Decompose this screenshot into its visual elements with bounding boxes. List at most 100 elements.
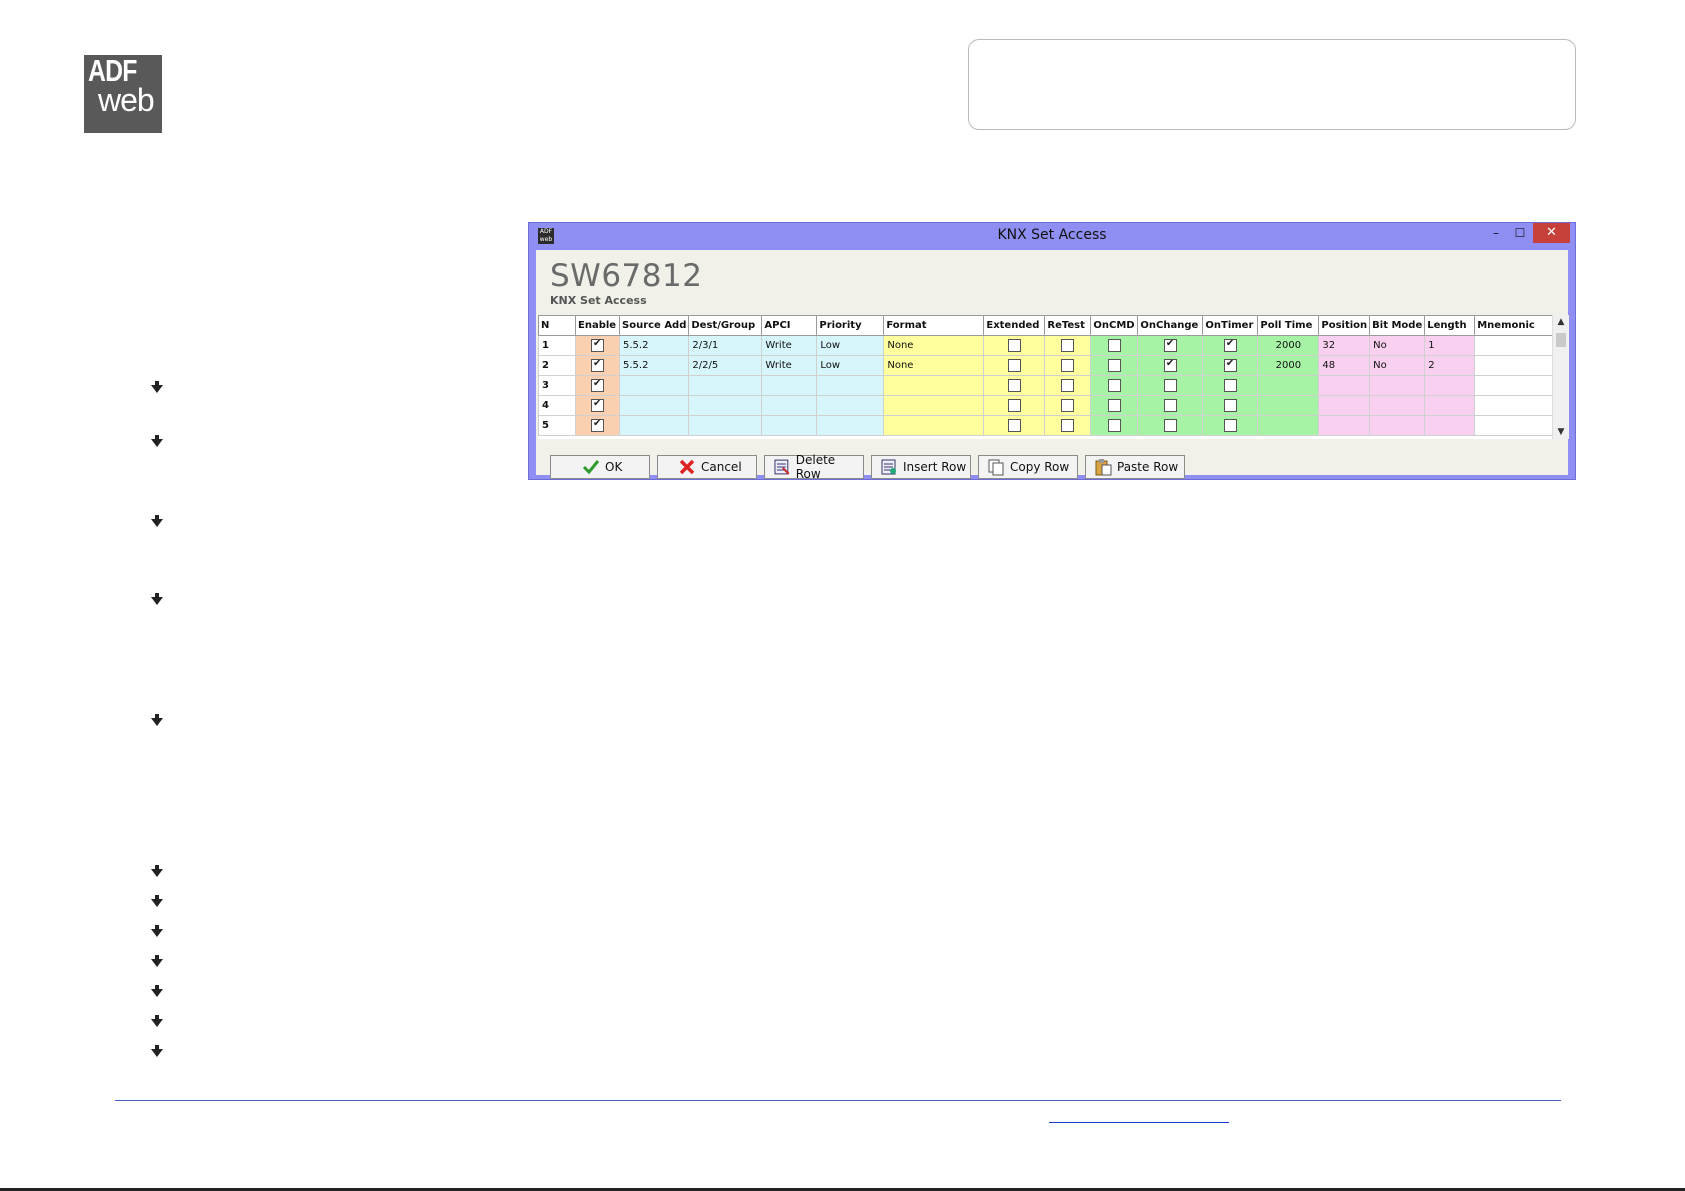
scroll-thumb[interactable] [1556,333,1566,347]
col-header-oncmd[interactable]: OnCMD [1090,315,1139,336]
cell-bit-mode[interactable] [1369,415,1426,436]
col-header-extended[interactable]: Extended [983,315,1046,336]
cell-dest-group[interactable]: 2/2/5 [688,355,763,376]
cell-retest-checkbox[interactable] [1061,399,1075,412]
col-header-dest-group[interactable]: Dest/Group [688,315,763,336]
cell-mnemonic[interactable] [1474,355,1565,376]
grid-vertical-scrollbar[interactable]: ▲ ▼ [1552,315,1569,439]
table-row[interactable]: 5 [538,415,1565,436]
cell-poll-time[interactable]: 2000 [1257,355,1320,376]
delete-row-button[interactable]: Delete Row [764,453,864,481]
cell-ontimer-checkbox[interactable] [1223,419,1237,432]
footer-link-underline[interactable] [1049,1122,1229,1123]
minimize-icon[interactable]: – [1485,223,1507,243]
cell-source-add[interactable]: 5.5.2 [618,355,690,376]
cell-apci[interactable] [761,395,818,416]
cell-mnemonic[interactable] [1474,375,1565,396]
cell-extended-checkbox[interactable] [1007,359,1021,372]
cell-source-add[interactable] [618,375,690,396]
cell-enable[interactable] [575,375,620,396]
cell-ontimer[interactable] [1202,375,1259,396]
cell-enable-checkbox[interactable] [591,358,604,372]
cell-ontimer[interactable] [1202,355,1259,376]
cell-ontimer-checkbox[interactable] [1223,358,1237,372]
cell-onchange[interactable] [1137,335,1204,356]
cell-position[interactable] [1318,395,1371,416]
cell-bit-mode[interactable]: No [1369,335,1426,356]
cell-extended[interactable] [983,335,1046,356]
col-header-n[interactable]: N [538,315,576,336]
cancel-button[interactable]: Cancel [657,455,757,479]
cell-apci[interactable]: Write [761,355,818,376]
cell-apci[interactable] [761,415,818,436]
cell-format[interactable] [883,415,985,436]
cell-dest-group[interactable] [688,395,763,416]
cell-oncmd-checkbox[interactable] [1107,359,1121,372]
cell-enable[interactable] [575,355,620,376]
cell-onchange-checkbox[interactable] [1163,399,1177,412]
col-header-retest[interactable]: ReTest [1044,315,1092,336]
cell-onchange[interactable] [1137,415,1204,436]
cell-enable-checkbox[interactable] [591,398,604,412]
cell-onchange[interactable] [1137,355,1204,376]
cell-onchange-checkbox[interactable] [1163,379,1177,392]
cell-mnemonic[interactable] [1474,335,1565,356]
cell-retest-checkbox[interactable] [1061,379,1075,392]
cell-apci[interactable]: Write [761,335,818,356]
cell-poll-time[interactable] [1257,415,1320,436]
cell-retest-checkbox[interactable] [1061,339,1075,352]
cell-position[interactable]: 32 [1318,335,1371,356]
cell-enable[interactable] [575,395,620,416]
cell-enable[interactable] [575,415,620,436]
cell-enable-checkbox[interactable] [591,338,604,352]
cell-extended-checkbox[interactable] [1007,399,1021,412]
table-row[interactable]: 25.5.22/2/5WriteLowNone200048No2 [538,355,1565,376]
cell-onchange-checkbox[interactable] [1163,419,1177,432]
table-row[interactable]: 4 [538,395,1565,416]
cell-source-add[interactable] [618,415,690,436]
cell-format[interactable]: None [883,355,985,376]
maximize-icon[interactable]: ☐ [1509,223,1531,243]
cell-oncmd[interactable] [1090,355,1139,376]
col-header-mnemonic[interactable]: Mnemonic [1474,315,1565,336]
table-row[interactable]: 3 [538,375,1565,396]
cell-length[interactable] [1424,375,1476,396]
cell-format[interactable] [883,375,985,396]
cell-extended[interactable] [983,395,1046,416]
cell-length[interactable]: 1 [1424,335,1476,356]
cell-onchange-checkbox[interactable] [1163,358,1177,372]
cell-oncmd-checkbox[interactable] [1107,419,1121,432]
cell-poll-time[interactable]: 2000 [1257,335,1320,356]
cell-extended[interactable] [983,375,1046,396]
cell-position[interactable] [1318,415,1371,436]
cell-priority[interactable] [816,415,885,436]
cell-format[interactable]: None [883,335,985,356]
cell-mnemonic[interactable] [1474,415,1565,436]
scroll-down-icon[interactable]: ▼ [1553,425,1569,439]
cell-ontimer[interactable] [1202,415,1259,436]
cell-mnemonic[interactable] [1474,395,1565,416]
col-header-ontimer[interactable]: OnTimer [1202,315,1259,336]
cell-length[interactable]: 2 [1424,355,1476,376]
cell-extended-checkbox[interactable] [1007,419,1021,432]
cell-retest-checkbox[interactable] [1061,419,1075,432]
col-header-poll-time[interactable]: Poll Time [1257,315,1320,336]
cell-length[interactable] [1424,415,1476,436]
col-header-apci[interactable]: APCI [761,315,818,336]
cell-priority[interactable] [816,395,885,416]
cell-oncmd[interactable] [1090,395,1139,416]
col-header-format[interactable]: Format [883,315,985,336]
cell-ontimer[interactable] [1202,335,1259,356]
cell-onchange[interactable] [1137,375,1204,396]
cell-extended[interactable] [983,415,1046,436]
cell-source-add[interactable] [618,395,690,416]
close-icon[interactable]: ✕ [1533,223,1570,243]
cell-format[interactable] [883,395,985,416]
cell-oncmd-checkbox[interactable] [1107,339,1121,352]
cell-ontimer[interactable] [1202,395,1259,416]
cell-retest[interactable] [1044,355,1092,376]
cell-retest[interactable] [1044,415,1092,436]
window-titlebar[interactable]: ADF web KNX Set Access – ☐ ✕ [529,223,1575,249]
col-header-enable[interactable]: Enable [575,315,620,336]
cell-priority[interactable]: Low [816,355,885,376]
